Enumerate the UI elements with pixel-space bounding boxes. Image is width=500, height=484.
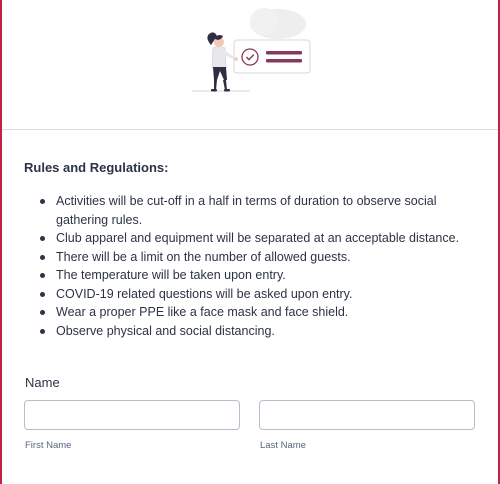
rules-list: Activities will be cut-off in a half in … [24,192,480,340]
last-name-input[interactable] [259,400,475,430]
rule-item: There will be a limit on the number of a… [40,248,480,267]
rule-item: Activities will be cut-off in a half in … [40,192,480,229]
name-field-label: Name [25,375,60,390]
first-name-input[interactable] [24,400,240,430]
rules-section: Rules and Regulations: Activities will b… [24,160,480,340]
last-name-sublabel: Last Name [260,440,306,451]
rule-item: Club apparel and equipment will be separ… [40,229,480,248]
first-name-sublabel: First Name [25,440,72,451]
rule-item: Wear a proper PPE like a face mask and f… [40,303,480,322]
rules-title: Rules and Regulations: [24,160,169,175]
form-header [2,0,498,130]
rule-item: The temperature will be taken upon entry… [40,266,480,285]
rule-item: Observe physical and social distancing. [40,322,480,341]
person-with-checklist-illustration [192,8,311,92]
rule-item: COVID-19 related questions will be asked… [40,285,480,304]
